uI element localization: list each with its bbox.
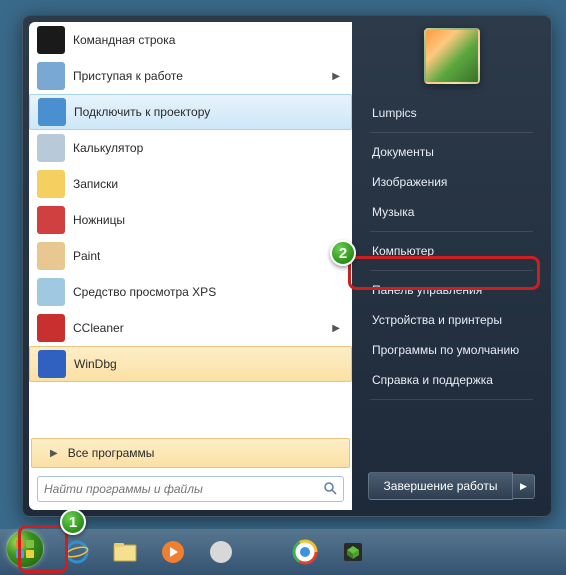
search-input[interactable]: [44, 482, 323, 496]
program-label: CCleaner: [73, 321, 332, 335]
taskbar-cube-icon[interactable]: [332, 534, 374, 570]
program-item-sticky-notes[interactable]: Записки: [29, 166, 352, 202]
program-item-windbg[interactable]: WinDbg: [29, 346, 352, 382]
separator: [370, 231, 533, 232]
search-box[interactable]: [37, 476, 344, 502]
taskbar-mediaplayer-icon[interactable]: [152, 534, 194, 570]
right-menu-item-1[interactable]: Документы: [362, 137, 541, 167]
all-programs[interactable]: ▶ Все программы: [31, 438, 350, 468]
program-label: Калькулятор: [73, 141, 344, 155]
right-menu-item-4[interactable]: Компьютер: [362, 236, 541, 266]
ccleaner-icon: [37, 314, 65, 342]
taskbar-ie-icon[interactable]: [56, 534, 98, 570]
submenu-arrow-icon: ▶: [332, 323, 340, 334]
program-item-cmd[interactable]: Командная строка: [29, 22, 352, 58]
right-menu-item-8[interactable]: Справка и поддержка: [362, 365, 541, 395]
program-item-ccleaner[interactable]: CCleaner▶: [29, 310, 352, 346]
right-menu-item-0[interactable]: Lumpics: [362, 98, 541, 128]
cmd-icon: [37, 26, 65, 54]
program-label: Записки: [73, 177, 344, 191]
program-label: Ножницы: [73, 213, 344, 227]
right-menu-item-7[interactable]: Программы по умолчанию: [362, 335, 541, 365]
program-label: Подключить к проектору: [74, 105, 343, 119]
right-menu-item-3[interactable]: Музыка: [362, 197, 541, 227]
program-item-paint[interactable]: Paint: [29, 238, 352, 274]
program-item-xps[interactable]: Средство просмотра XPS: [29, 274, 352, 310]
program-item-getting-started[interactable]: Приступая к работе▶: [29, 58, 352, 94]
program-label: Приступая к работе: [73, 69, 332, 83]
arrow-right-icon: ▶: [50, 448, 58, 459]
user-picture[interactable]: [424, 28, 480, 84]
xps-icon: [37, 278, 65, 306]
shutdown-options-arrow[interactable]: ▶: [513, 474, 535, 499]
program-label: Командная строка: [73, 33, 344, 47]
shutdown-row: Завершение работы ▶: [362, 472, 541, 504]
search-icon: [323, 481, 337, 498]
shutdown-button[interactable]: Завершение работы: [368, 472, 513, 500]
taskbar-app-icon[interactable]: [200, 534, 242, 570]
calculator-icon: [37, 134, 65, 162]
separator: [370, 399, 533, 400]
program-label: WinDbg: [74, 357, 343, 371]
submenu-arrow-icon: ▶: [332, 71, 340, 82]
program-item-snipping[interactable]: Ножницы: [29, 202, 352, 238]
separator: [370, 270, 533, 271]
right-menu-item-5[interactable]: Панель управления: [362, 275, 541, 305]
program-label: Paint: [73, 249, 344, 263]
program-list: Командная строкаПриступая к работе▶Подкл…: [29, 22, 352, 436]
right-menu-item-6[interactable]: Устройства и принтеры: [362, 305, 541, 335]
taskbar-chrome-icon[interactable]: [284, 534, 326, 570]
badge-1: 1: [60, 509, 86, 535]
paint-icon: [37, 242, 65, 270]
taskbar: [0, 529, 566, 575]
snipping-icon: [37, 206, 65, 234]
start-menu: Командная строкаПриступая к работе▶Подкл…: [22, 15, 552, 517]
taskbar-explorer-icon[interactable]: [104, 534, 146, 570]
separator: [370, 132, 533, 133]
start-menu-right-panel: Lumpics ДокументыИзображенияМузыка Компьют…: [352, 16, 551, 516]
right-menu-item-2[interactable]: Изображения: [362, 167, 541, 197]
sticky-notes-icon: [37, 170, 65, 198]
badge-2: 2: [330, 240, 356, 266]
start-button[interactable]: [6, 530, 50, 574]
windbg-icon: [38, 350, 66, 378]
windows-logo-icon: [6, 530, 44, 568]
getting-started-icon: [37, 62, 65, 90]
start-menu-left-panel: Командная строкаПриступая к работе▶Подкл…: [29, 22, 352, 510]
program-item-projector[interactable]: Подключить к проектору: [29, 94, 352, 130]
all-programs-label: Все программы: [68, 446, 341, 460]
projector-icon: [38, 98, 66, 126]
program-item-calculator[interactable]: Калькулятор: [29, 130, 352, 166]
program-label: Средство просмотра XPS: [73, 285, 344, 299]
